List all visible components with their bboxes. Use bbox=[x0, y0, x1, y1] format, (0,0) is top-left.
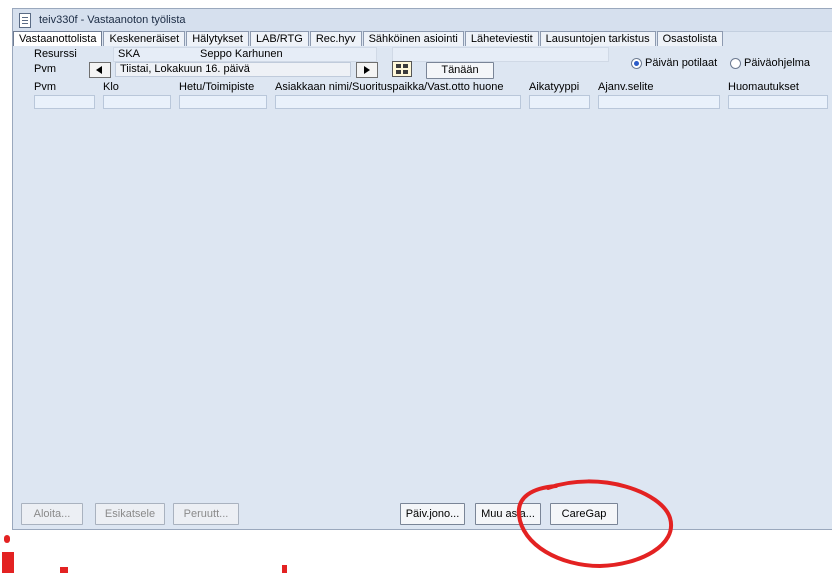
table-cell-huomautukset[interactable] bbox=[728, 95, 828, 109]
cancel-button[interactable]: Peruutt... bbox=[173, 503, 239, 525]
radio-daily-patients[interactable] bbox=[631, 58, 642, 69]
tab-laheteviestit[interactable]: Läheteviestit bbox=[464, 31, 539, 46]
resource-label: Resurssi bbox=[34, 48, 77, 60]
day-queue-button[interactable]: Päiv.jono... bbox=[400, 503, 465, 525]
tab-lab-rtg[interactable]: LAB/RTG bbox=[249, 31, 309, 46]
title-bar: teiv330f - Vastaanoton työlista bbox=[13, 9, 832, 32]
tab-rec-hyv[interactable]: Rec.hyv bbox=[309, 31, 362, 46]
column-header-pvm[interactable]: Pvm bbox=[34, 81, 56, 93]
tab-osastolista[interactable]: Osastolista bbox=[656, 31, 723, 46]
tab-sahkoinen-asiointi[interactable]: Sähköinen asiointi bbox=[362, 31, 464, 46]
logo-fragment-icon bbox=[60, 567, 68, 573]
calendar-icon[interactable] bbox=[392, 61, 412, 77]
today-button[interactable]: Tänään bbox=[426, 62, 494, 79]
column-header-hetu[interactable]: Hetu/Toimipiste bbox=[179, 81, 254, 93]
preview-button[interactable]: Esikatsele bbox=[95, 503, 165, 525]
date-value: Tiistai, Lokakuun 16. päivä bbox=[120, 63, 250, 75]
column-header-asiakkaan-nimi[interactable]: Asiakkaan nimi/Suorituspaikka/Vast.otto … bbox=[275, 81, 503, 93]
column-header-huomautukset[interactable]: Huomautukset bbox=[728, 81, 799, 93]
caregap-button[interactable]: CareGap bbox=[550, 503, 618, 525]
resource-name: Seppo Karhunen bbox=[200, 48, 283, 60]
table-cell-hetu[interactable] bbox=[179, 95, 267, 109]
table-cell-asiakkaan-nimi[interactable] bbox=[275, 95, 521, 109]
table-cell-pvm[interactable] bbox=[34, 95, 95, 109]
logo-fragment-icon bbox=[2, 552, 14, 573]
resource-code: SKA bbox=[118, 48, 141, 60]
radio-daily-patients-label: Päivän potilaat bbox=[645, 57, 718, 69]
main-window: teiv330f - Vastaanoton työlista Vastaano… bbox=[12, 8, 832, 530]
resource-extra-field[interactable] bbox=[392, 47, 609, 62]
column-header-ajanv-selite[interactable]: Ajanv.selite bbox=[598, 81, 653, 93]
radio-daily-program-label: Päiväohjelma bbox=[744, 57, 811, 69]
tab-halytykset[interactable]: Hälytykset bbox=[186, 31, 249, 46]
previous-day-button[interactable] bbox=[89, 62, 111, 78]
radio-daily-program[interactable] bbox=[730, 58, 741, 69]
logo-fragment-icon bbox=[4, 535, 10, 543]
table-cell-aikatyyppi[interactable] bbox=[529, 95, 590, 109]
window-title: teiv330f - Vastaanoton työlista bbox=[39, 14, 186, 26]
next-day-button[interactable] bbox=[356, 62, 378, 78]
start-button[interactable]: Aloita... bbox=[21, 503, 83, 525]
column-header-klo[interactable]: Klo bbox=[103, 81, 119, 93]
document-icon bbox=[19, 13, 31, 28]
table-cell-ajanv-selite[interactable] bbox=[598, 95, 720, 109]
logo-fragment-icon bbox=[282, 565, 287, 573]
date-label: Pvm bbox=[34, 63, 56, 75]
other-matter-button[interactable]: Muu asia... bbox=[475, 503, 541, 525]
tab-keskeneraiset[interactable]: Keskeneräiset bbox=[103, 31, 186, 46]
table-cell-klo[interactable] bbox=[103, 95, 171, 109]
column-header-aikatyyppi[interactable]: Aikatyyppi bbox=[529, 81, 579, 93]
tab-lausuntojen-tarkistus[interactable]: Lausuntojen tarkistus bbox=[539, 31, 656, 46]
tab-bar: Vastaanottolista Keskeneräiset Hälytykse… bbox=[13, 31, 724, 46]
tab-vastaanottolista[interactable]: Vastaanottolista bbox=[13, 31, 103, 46]
